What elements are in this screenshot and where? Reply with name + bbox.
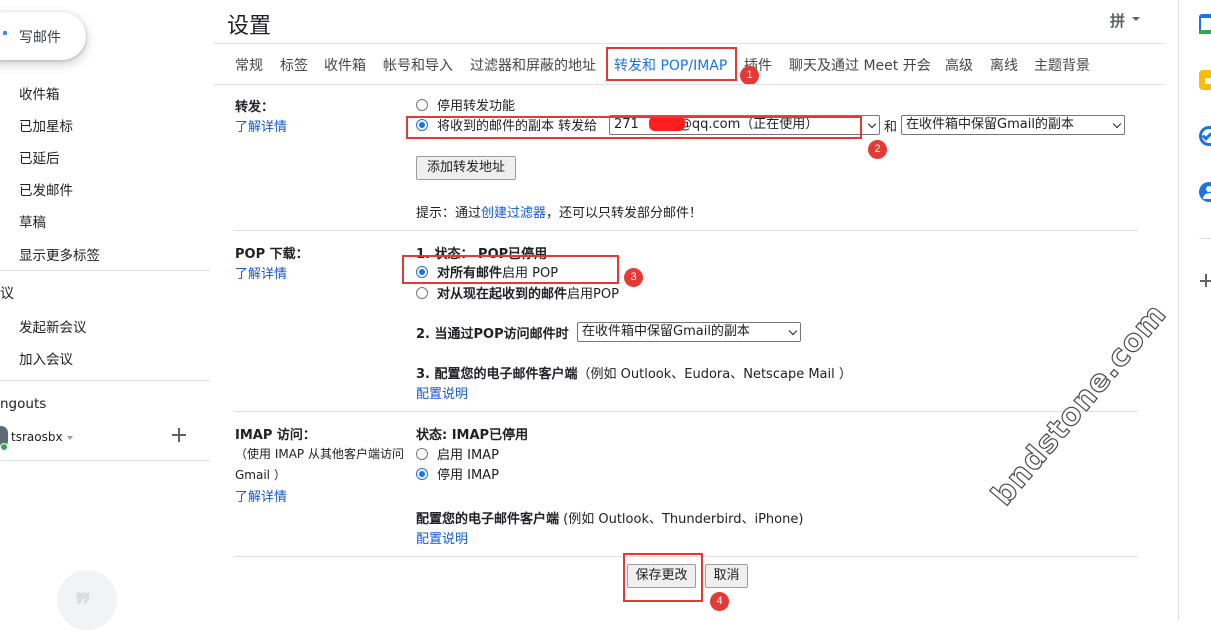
pop-step3-rest: （例如 Outlook、Eudora、Netscape Mail ） xyxy=(577,367,852,382)
sidebar-item-starred[interactable]: 已加星标 xyxy=(19,115,73,135)
pop-label: POP 下载： xyxy=(235,247,309,262)
contacts-icon[interactable] xyxy=(1199,182,1211,202)
sidebar-divider xyxy=(0,380,210,381)
sidebar-item-drafts[interactable]: 草稿 xyxy=(19,211,46,231)
sidebar-item-more[interactable]: 显示更多标签 xyxy=(19,244,100,264)
keep-icon[interactable] xyxy=(1199,70,1211,90)
imap-status: 状态: IMAP已停用 xyxy=(416,428,529,443)
imap-label: IMAP 访问： xyxy=(235,428,316,443)
pop-from-now-label: 对从现在起收到的邮件启用POP xyxy=(437,283,619,302)
forwarding-and-label: 和 xyxy=(884,120,898,135)
annotation-box-2 xyxy=(406,116,862,139)
tab-advanced[interactable]: 高级 xyxy=(945,55,973,75)
section-divider xyxy=(234,230,1138,231)
tab-accounts[interactable]: 帐号和导入 xyxy=(383,55,453,75)
annotation-badge-3: 3 xyxy=(624,268,643,287)
imap-config-link[interactable]: 配置说明 xyxy=(416,528,468,547)
annotation-box-3 xyxy=(402,255,619,284)
forwarding-keep-select[interactable]: 在收件箱中保留Gmail的副本 xyxy=(901,115,1125,135)
tab-general[interactable]: 常规 xyxy=(235,55,263,75)
get-addons-plus-icon[interactable] xyxy=(1200,274,1211,288)
tab-chat-meet[interactable]: 聊天及通过 Meet 开会 xyxy=(789,55,931,75)
forwarding-tip-suffix: ，还可以只转发部分邮件！ xyxy=(546,206,703,221)
imap-disable-label: 停用 IMAP xyxy=(437,468,499,483)
sidebar-item-new-meeting[interactable]: 发起新会议 xyxy=(19,316,87,336)
compose-label: 写邮件 xyxy=(19,30,61,46)
forwarding-keep-value: 在收件箱中保留Gmail的副本 xyxy=(906,117,1074,132)
ime-indicator[interactable]: 拼 xyxy=(1110,10,1125,31)
pop-config-link[interactable]: 配置说明 xyxy=(416,383,468,402)
sidebar-divider xyxy=(0,460,210,461)
pop-from-now-radio[interactable] xyxy=(416,287,428,299)
rail-divider xyxy=(1199,238,1211,239)
imap-learn-more-link[interactable]: 了解详情 xyxy=(235,486,287,505)
tab-themes[interactable]: 主题背景 xyxy=(1034,55,1090,75)
ime-dropdown-icon[interactable] xyxy=(1132,17,1140,21)
hangouts-section-title: ngouts xyxy=(0,396,47,412)
imap-enable-radio[interactable] xyxy=(416,448,428,460)
hangouts-user-name[interactable]: tsraosbx xyxy=(11,430,63,444)
pop-access-value: 在收件箱中保留Gmail的副本 xyxy=(582,324,750,339)
tabs-divider xyxy=(213,84,1164,85)
sidebar-item-snoozed[interactable]: 已延后 xyxy=(19,147,60,167)
create-filter-link[interactable]: 创建过滤器 xyxy=(481,206,546,221)
pop-access-select[interactable]: 在收件箱中保留Gmail的副本 xyxy=(577,322,801,342)
annotation-badge-1: 1 xyxy=(740,66,759,85)
forwarding-disable-radio[interactable] xyxy=(416,99,428,111)
right-rail-divider xyxy=(1178,0,1179,620)
add-forwarding-address-button[interactable]: 添加转发地址 xyxy=(416,156,516,180)
imap-config-rest: (例如 Outlook、Thunderbird、iPhone) xyxy=(559,512,804,527)
pop-now-rest: 启用POP xyxy=(567,287,619,302)
cancel-button[interactable]: 取消 xyxy=(705,564,748,588)
section-divider xyxy=(234,411,1138,412)
annotation-badge-4: 4 xyxy=(710,592,729,611)
imap-config: 配置您的电子邮件客户端 (例如 Outlook、Thunderbird、iPho… xyxy=(416,508,803,527)
compose-button[interactable]: 写邮件 xyxy=(0,12,86,60)
tab-offline[interactable]: 离线 xyxy=(990,55,1018,75)
pop-learn-more-link[interactable]: 了解详情 xyxy=(235,263,287,282)
chevron-down-icon xyxy=(1112,119,1122,129)
forwarding-learn-more-link[interactable]: 了解详情 xyxy=(235,116,287,135)
forwarding-disable-label: 停用转发功能 xyxy=(437,99,516,114)
header-divider xyxy=(213,43,1164,44)
imap-config-bold: 配置您的电子邮件客户端 xyxy=(416,512,560,527)
annotation-badge-2: 2 xyxy=(868,140,887,159)
pop-step3-bold: 3. 配置您的电子邮件客户端 xyxy=(416,367,578,382)
hangouts-quote-icon: ❞ xyxy=(57,570,117,630)
page-title: 设置 xyxy=(227,14,272,39)
sidebar-item-inbox[interactable]: 收件箱 xyxy=(19,83,60,103)
sidebar-item-join-meeting[interactable]: 加入会议 xyxy=(19,348,73,368)
sidebar-divider xyxy=(0,270,210,271)
pop-step2-label: 2. 当通过POP访问邮件时 xyxy=(416,327,569,342)
imap-desc-1: （使用 IMAP 从其他客户端访问 xyxy=(235,447,404,461)
annotation-box-4 xyxy=(623,553,703,602)
chevron-down-icon xyxy=(788,326,798,336)
imap-desc-2: Gmail ） xyxy=(235,468,286,482)
calendar-icon[interactable] xyxy=(1199,14,1211,34)
sidebar-item-sent[interactable]: 已发邮件 xyxy=(19,179,73,199)
compose-plus-icon xyxy=(3,31,7,35)
online-status-icon xyxy=(0,443,8,451)
imap-disable-radio[interactable] xyxy=(416,468,428,480)
chevron-down-icon xyxy=(867,119,877,129)
tasks-icon[interactable] xyxy=(1199,126,1211,146)
annotation-box-1 xyxy=(606,47,737,81)
tab-labels[interactable]: 标签 xyxy=(280,55,308,75)
imap-enable-label: 启用 IMAP xyxy=(437,448,499,463)
forwarding-tip-prefix: 提示：通过 xyxy=(416,206,482,221)
tab-filters[interactable]: 过滤器和屏蔽的地址 xyxy=(470,55,596,75)
tab-inbox[interactable]: 收件箱 xyxy=(324,55,366,75)
pop-now-bold: 对从现在起收到的邮件 xyxy=(437,287,568,302)
forwarding-tip: 提示：通过创建过滤器，还可以只转发部分邮件！ xyxy=(416,202,702,221)
meet-section-title: 议 xyxy=(0,286,14,302)
pop-step3: 3. 配置您的电子邮件客户端（例如 Outlook、Eudora、Netscap… xyxy=(416,363,852,382)
user-dropdown-icon[interactable] xyxy=(67,436,73,440)
add-contact-icon[interactable] xyxy=(172,428,186,442)
watermark: bndstone.com xyxy=(984,296,1174,513)
forwarding-label: 转发： xyxy=(235,100,275,115)
